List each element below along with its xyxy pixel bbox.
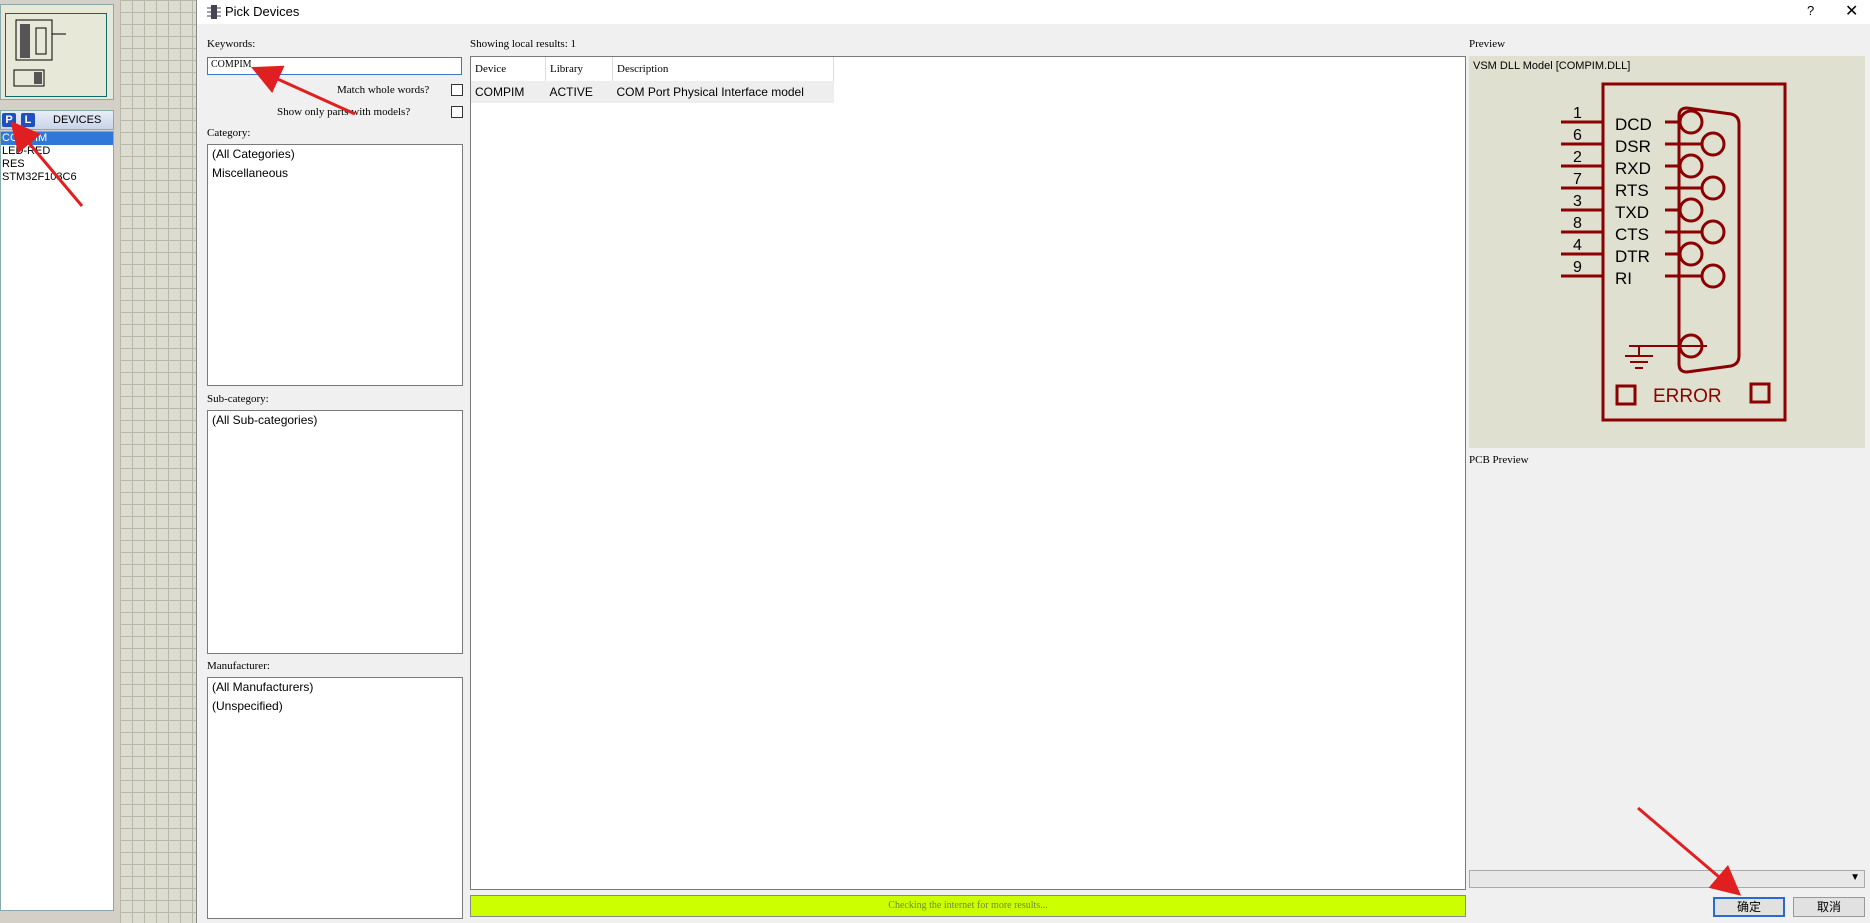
pin-number: 6: [1573, 127, 1582, 144]
subcategory-list[interactable]: (All Sub-categories): [207, 410, 463, 654]
pin-number: 3: [1573, 193, 1582, 210]
ok-button[interactable]: 确定: [1713, 897, 1785, 917]
db9-pin-circle: [1678, 197, 1704, 223]
db9-pin-circle: [1678, 241, 1704, 267]
overview-frame: [5, 13, 107, 97]
device-list-item[interactable]: RES: [1, 158, 113, 171]
overview-thumbnail: [13, 19, 66, 87]
category-item[interactable]: Miscellaneous: [208, 164, 462, 183]
background-app-panel: P L DEVICES COMPIM LED-RED RES STM32F103…: [0, 0, 196, 923]
subcategory-label: Sub-category:: [207, 393, 269, 405]
devices-header-label: DEVICES: [53, 114, 102, 126]
device-list[interactable]: COMPIM LED-RED RES STM32F103C6: [0, 131, 114, 911]
internet-search-status: Checking the internet for more results..…: [470, 895, 1466, 917]
pin-name: TXD: [1615, 203, 1649, 222]
pin-number: 1: [1573, 105, 1582, 122]
package-select[interactable]: ▼: [1469, 870, 1865, 888]
category-label: Category:: [207, 127, 251, 139]
column-header-library[interactable]: Library: [545, 57, 613, 81]
cell-library: ACTIVE: [545, 81, 613, 103]
manufacturer-item[interactable]: (All Manufacturers): [208, 678, 462, 697]
pin-number: 8: [1573, 215, 1582, 232]
results-count-label: Showing local results: 1: [470, 38, 577, 50]
close-button[interactable]: ✕: [1845, 1, 1858, 21]
cell-device: COMPIM: [471, 81, 546, 103]
pin-number: 9: [1573, 259, 1582, 276]
chevron-down-icon: ▼: [1850, 872, 1860, 883]
show-only-parts-label: Show only parts with models?: [277, 106, 411, 118]
overview-window[interactable]: [0, 4, 114, 100]
match-whole-words-label: Match whole words?: [337, 84, 430, 96]
column-header-description[interactable]: Description: [612, 57, 834, 81]
results-header-row: Device Library Description: [471, 57, 834, 81]
schematic-preview: VSM DLL Model [COMPIM.DLL] 1 DCD 6 DSR 2 RXD 7…: [1469, 56, 1865, 448]
cell-description: COM Port Physical Interface model: [612, 81, 834, 103]
db9-pin-circle: [1700, 175, 1726, 201]
pin-name: DCD: [1615, 115, 1652, 134]
pin-name: RXD: [1615, 159, 1651, 178]
dialog-titlebar[interactable]: Pick Devices ? ✕: [197, 0, 1870, 24]
device-list-item[interactable]: COMPIM: [1, 132, 113, 145]
results-table: Device Library Description COMPIM ACTIVE…: [471, 57, 834, 103]
pcb-preview: [1469, 470, 1865, 860]
pin-number: 4: [1573, 237, 1582, 254]
db9-pin-circle: [1678, 153, 1704, 179]
pin-name: DTR: [1615, 247, 1650, 266]
pick-devices-dialog: Pick Devices ? ✕ Keywords: COMPIM Match …: [196, 0, 1870, 923]
db9-pin-circle: [1700, 219, 1726, 245]
library-button[interactable]: L: [21, 113, 35, 127]
device-list-item[interactable]: LED-RED: [1, 145, 113, 158]
subcategory-item[interactable]: (All Sub-categories): [208, 411, 462, 430]
match-whole-words-checkbox[interactable]: [451, 84, 463, 96]
pin-name: CTS: [1615, 225, 1649, 244]
dialog-title: Pick Devices: [225, 4, 300, 19]
results-table-container[interactable]: Device Library Description COMPIM ACTIVE…: [470, 56, 1466, 890]
category-item[interactable]: (All Categories): [208, 145, 462, 164]
pin-name: RI: [1615, 269, 1632, 288]
pin-name: RTS: [1615, 181, 1649, 200]
compim-schematic-symbol: 1 DCD 6 DSR 2 RXD 7 RTS 3 TXD 8 CTS 4 DTR 9 RI ERROR: [1561, 82, 1787, 422]
db9-pin-circle: [1678, 109, 1704, 135]
pick-device-button[interactable]: P: [2, 113, 16, 127]
keywords-label: Keywords:: [207, 38, 256, 50]
show-only-parts-checkbox[interactable]: [451, 106, 463, 118]
pin-number: 7: [1573, 171, 1582, 188]
pcb-preview-label: PCB Preview: [1469, 454, 1529, 466]
cancel-button[interactable]: 取消: [1793, 897, 1865, 917]
device-list-item[interactable]: STM32F103C6: [1, 171, 113, 184]
column-header-device[interactable]: Device: [471, 57, 546, 81]
table-row[interactable]: COMPIM ACTIVE COM Port Physical Interfac…: [471, 81, 834, 103]
db9-pin-circle: [1700, 131, 1726, 157]
component-icon: [207, 5, 221, 19]
manufacturer-list[interactable]: (All Manufacturers) (Unspecified): [207, 677, 463, 919]
manufacturer-item[interactable]: (Unspecified): [208, 697, 462, 716]
schematic-grid[interactable]: [120, 0, 196, 923]
pin-number: 2: [1573, 149, 1582, 166]
help-button[interactable]: ?: [1807, 3, 1814, 18]
preview-label: Preview: [1469, 38, 1506, 50]
error-label: ERROR: [1653, 386, 1722, 407]
manufacturer-label: Manufacturer:: [207, 660, 270, 672]
pin-name: DSR: [1615, 137, 1651, 156]
keywords-input[interactable]: COMPIM: [207, 57, 462, 75]
db9-pin-circle: [1700, 263, 1726, 289]
devices-header: P L DEVICES: [0, 110, 114, 130]
category-list[interactable]: (All Categories) Miscellaneous: [207, 144, 463, 386]
